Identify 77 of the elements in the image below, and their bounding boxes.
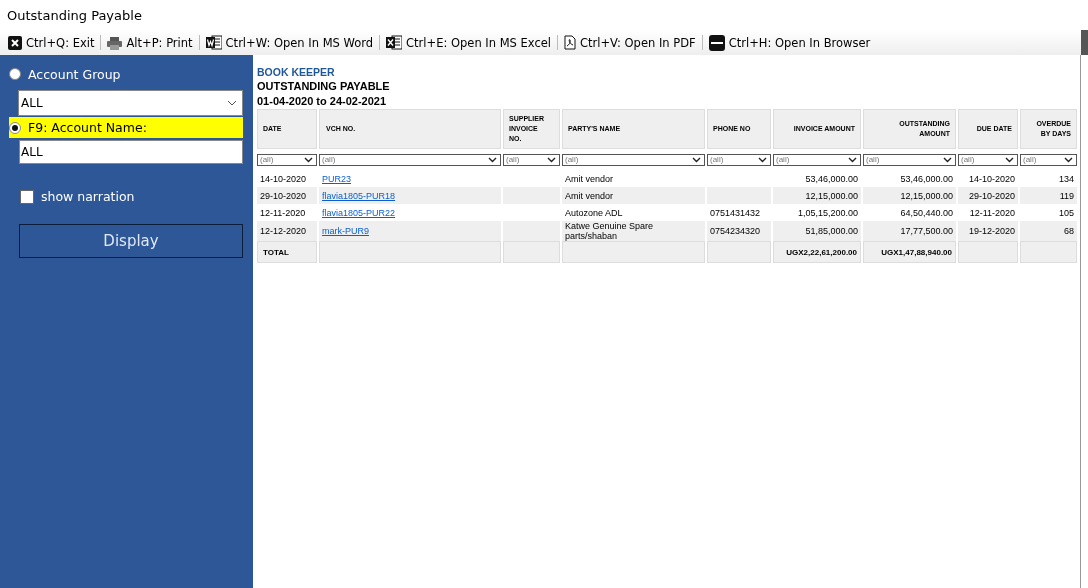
report-period: 01-04-2020 to 24-02-2021 (257, 94, 388, 109)
toolbar-button[interactable]: Ctrl+E: Open In MS Excel (383, 35, 554, 50)
toolbar-button[interactable]: Ctrl+W: Open In MS Word (202, 35, 377, 50)
table-cell: 14-10-2020 (260, 173, 307, 184)
toolbar-button[interactable]: Ctrl+V: Open In PDF (561, 35, 699, 50)
chevron-icon (758, 156, 767, 163)
chevron-icon (848, 156, 857, 163)
radio-label: F9: Account Name: (28, 120, 147, 135)
table-cell: 68 (1064, 226, 1074, 236)
chevron-icon (304, 156, 313, 163)
table-cell: 53,46,000.00 (805, 173, 858, 184)
radio-button[interactable] (9, 68, 21, 80)
chevron-icon (488, 156, 497, 163)
spreadsheet-icon (386, 35, 403, 50)
pdf-icon (564, 35, 576, 50)
table-cell: 17,77,500.00 (900, 226, 953, 236)
close-icon (8, 35, 22, 50)
table-cell: 53,46,000.00 (900, 173, 953, 184)
table-cell: Amit vendor (565, 173, 614, 184)
filter-dropdown[interactable]: (all) (958, 153, 1018, 166)
table-cell: 12-11-2020 (969, 207, 1015, 218)
filter-dropdown[interactable]: (all) (257, 153, 317, 166)
table-cell: 12-11-2020 (260, 207, 306, 218)
table-cell: 134 (1058, 173, 1074, 184)
chevron-icon (547, 156, 556, 163)
voucher-link[interactable]: flavia1805-PUR22 (322, 207, 396, 218)
printer-icon (107, 35, 123, 50)
table-cell: 29-10-2020 (260, 190, 307, 201)
chevron-icon (692, 156, 701, 163)
document-icon (205, 35, 222, 50)
filter-dropdown[interactable]: (all) (503, 153, 560, 166)
table-cell: 29-10-2020 (968, 190, 1015, 201)
filter-dropdown[interactable]: (all) (773, 153, 861, 166)
account-name-field[interactable]: ALL (19, 140, 243, 164)
filter-dropdown[interactable]: (all) (863, 153, 956, 166)
total-label: TOTAL (263, 247, 289, 257)
html-icon (708, 34, 725, 51)
table-cell: 1,05,15,200.00 (797, 207, 858, 218)
display-button[interactable]: Display (19, 224, 243, 258)
report-title: OUTSTANDING PAYABLE (257, 79, 391, 94)
toolbar-button[interactable]: Alt+P: Print (104, 35, 196, 50)
radio-button[interactable] (9, 121, 21, 134)
checkbox-label: show narration (41, 189, 135, 204)
account-name-option[interactable]: F9: Account Name: (9, 117, 243, 138)
toolbar-button[interactable]: Ctrl+H: Open In Browser (705, 34, 874, 51)
company-name: BOOK KEEPER (257, 65, 336, 79)
total-cell: UGX1,47,88,940.00 (881, 247, 952, 257)
voucher-link[interactable]: PUR23 (322, 173, 351, 184)
table-cell: Katwe Genuine Spare parts/shaban (565, 221, 654, 241)
window-title: Outstanding Payable (6, 7, 143, 25)
toolbar-button[interactable]: Ctrl+Q: Exit (5, 35, 98, 50)
table-cell: 12-12-2020 (260, 226, 307, 236)
table-cell: 51,85,000.00 (805, 226, 858, 236)
filter-dropdown[interactable]: (all) (319, 153, 501, 166)
account-group-dropdown[interactable]: ALL (18, 90, 243, 116)
chevron-icon (227, 100, 237, 106)
table-cell: 105 (1058, 207, 1074, 218)
table-cell: 19-12-2020 (968, 226, 1015, 236)
voucher-link[interactable]: mark-PUR9 (322, 226, 369, 236)
table-cell: 64,50,440.00 (900, 207, 953, 218)
table-cell: 0751431432 (710, 207, 761, 218)
checkbox[interactable] (20, 189, 34, 204)
table-cell: 0754234320 (710, 226, 761, 236)
total-cell: UGX2,22,61,200.00 (786, 247, 857, 257)
table-cell: Amit vendor (565, 190, 614, 201)
chevron-icon (1064, 156, 1073, 163)
table-cell: 14-10-2020 (968, 173, 1015, 184)
filter-dropdown[interactable]: (all) (707, 153, 771, 166)
table-cell: 119 (1059, 190, 1074, 201)
filter-dropdown[interactable]: (all) (1020, 153, 1077, 166)
radio-label: Account Group (28, 66, 121, 82)
chevron-icon (1005, 156, 1014, 163)
filter-dropdown[interactable]: (all) (562, 153, 705, 166)
table-cell: 12,15,000.00 (805, 190, 858, 201)
table-cell: 12,15,000.00 (900, 190, 953, 201)
chevron-icon (943, 156, 952, 163)
table-cell: Autozone ADL (565, 207, 623, 218)
